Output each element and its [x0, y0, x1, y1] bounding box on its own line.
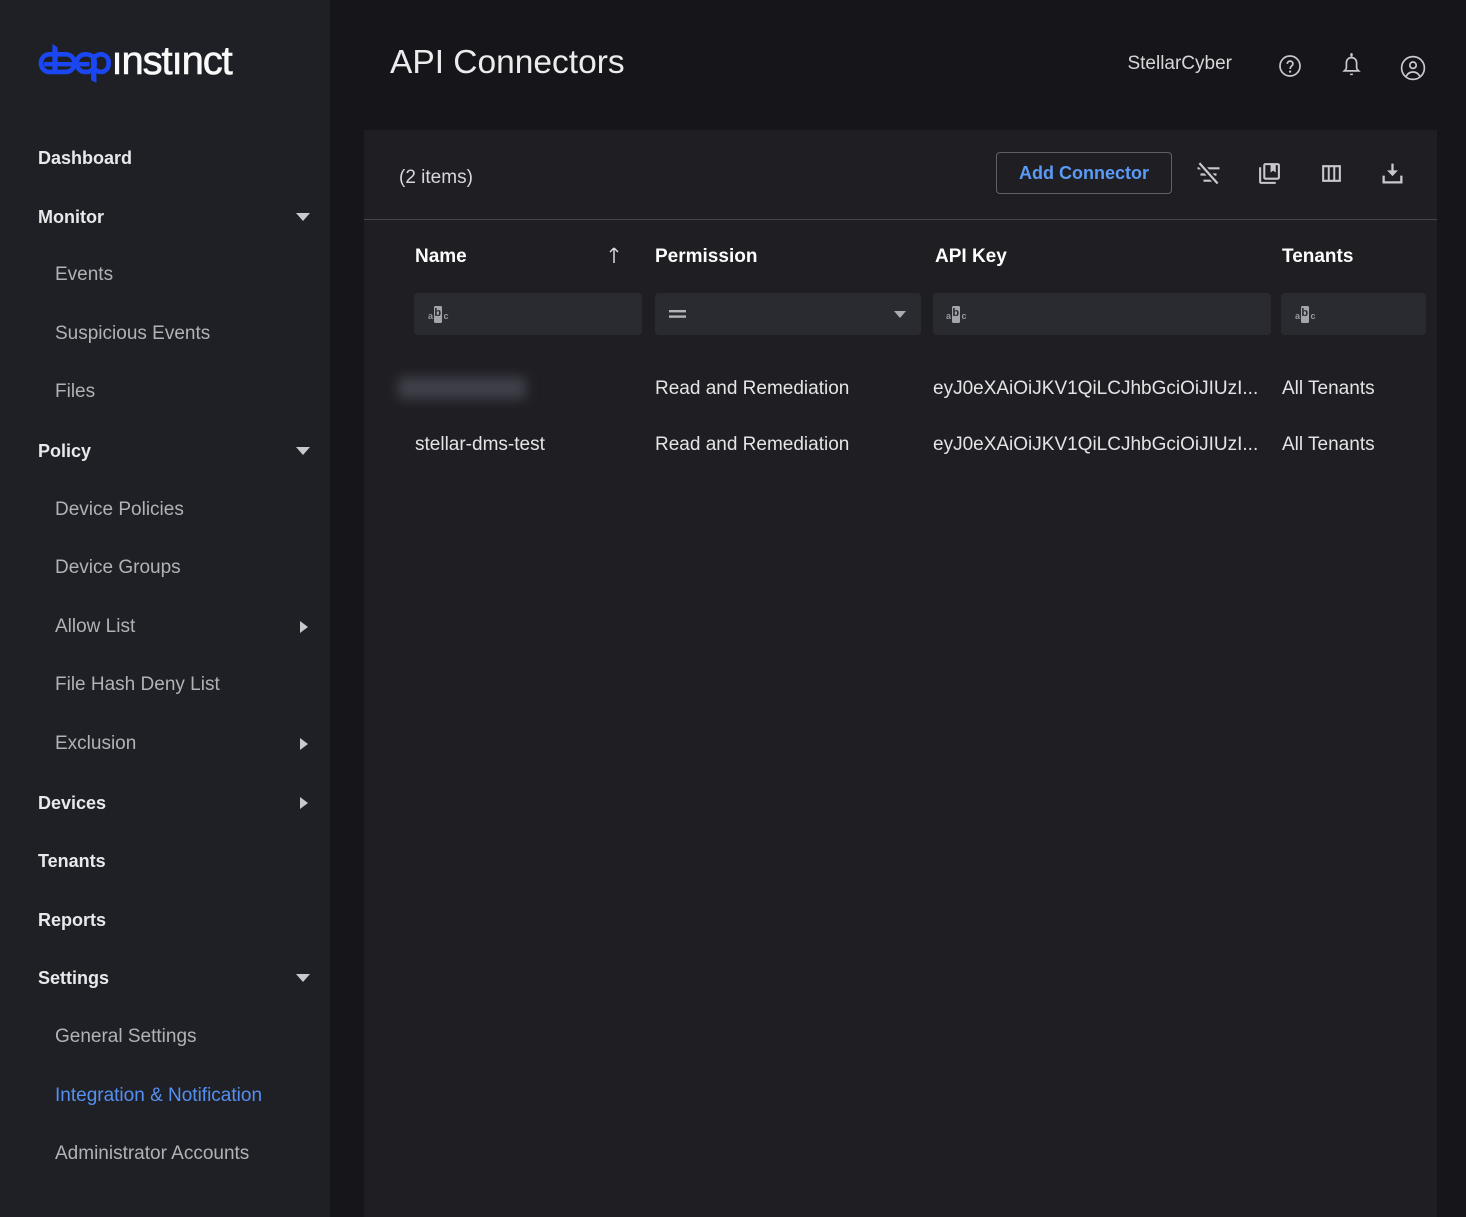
svg-text:ınstınct: ınstınct — [112, 42, 233, 83]
